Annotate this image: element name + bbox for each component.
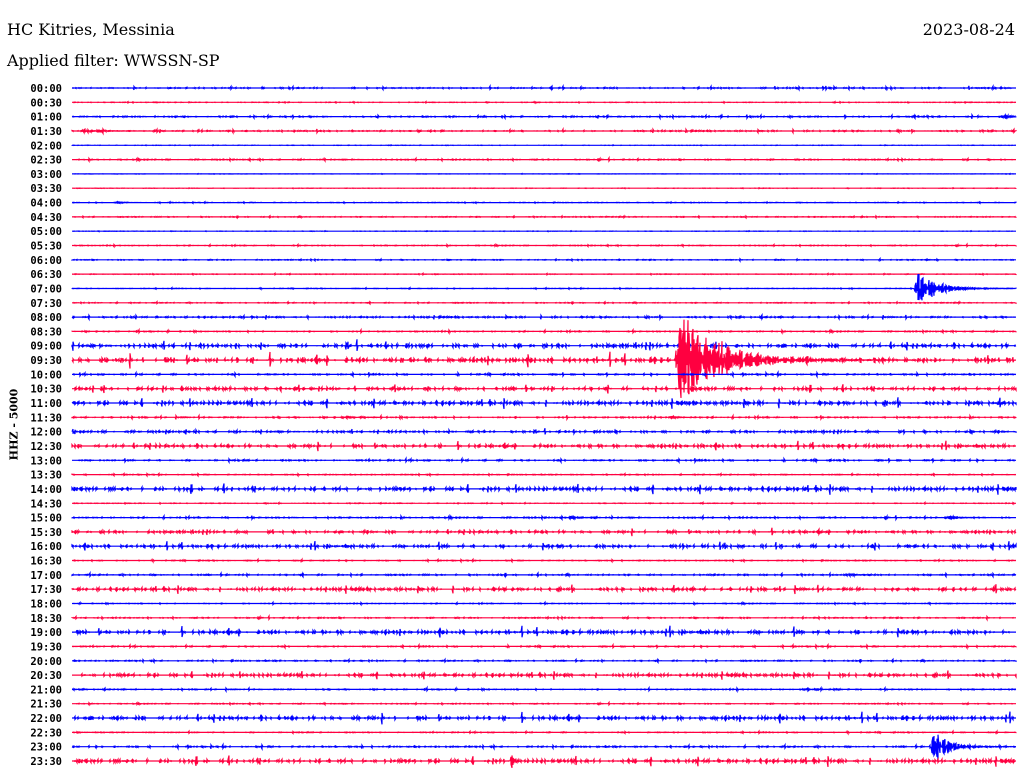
trace-0530	[72, 242, 1017, 249]
row-time-label: 10:00	[30, 369, 62, 381]
row-time-label: 08:00	[30, 312, 62, 324]
row-time-label: 23:00	[30, 742, 62, 754]
trace-1700	[71, 570, 1017, 579]
row-time-label: 00:30	[30, 97, 62, 109]
trace-0230	[72, 155, 1016, 164]
trace-1230	[71, 440, 1016, 452]
trace-0600	[71, 256, 1016, 263]
trace-2000	[72, 657, 1017, 665]
row-time-label: 16:30	[30, 556, 62, 568]
trace-2030	[72, 670, 1017, 680]
row-time-label: 22:00	[30, 713, 62, 725]
trace-0400	[71, 200, 1017, 205]
row-time-label: 10:30	[30, 384, 62, 396]
row-time-label: 22:30	[30, 727, 62, 739]
trace-0500	[72, 229, 1016, 233]
trace-2330	[72, 755, 1016, 769]
trace-2300	[71, 734, 1017, 762]
row-time-label: 16:00	[30, 541, 62, 553]
trace-1830	[71, 613, 1016, 622]
row-time-label: 02:00	[30, 140, 62, 152]
trace-0800	[71, 312, 1016, 322]
row-time-label: 15:30	[30, 527, 62, 539]
trace-1600	[71, 540, 1017, 551]
row-time-label: 19:00	[30, 627, 62, 639]
row-time-label: 11:30	[30, 412, 62, 424]
trace-1430	[72, 501, 1016, 506]
row-time-label: 09:30	[30, 355, 62, 367]
row-time-label: 20:00	[30, 656, 62, 668]
trace-0630	[72, 272, 1017, 277]
trace-1200	[71, 427, 1017, 436]
trace-2230	[72, 729, 1017, 736]
row-time-label: 03:00	[30, 169, 62, 181]
row-time-label: 03:30	[30, 183, 62, 195]
row-time-label: 21:00	[30, 684, 62, 696]
row-time-label: 04:30	[30, 212, 62, 224]
trace-1630	[72, 557, 1017, 564]
row-time-label: 12:30	[30, 441, 62, 453]
trace-0000	[71, 83, 1016, 92]
trace-0900	[71, 339, 1017, 352]
row-time-label: 14:00	[30, 484, 62, 496]
row-time-label: 17:30	[30, 584, 62, 596]
row-time-label: 08:30	[30, 326, 62, 338]
trace-1900	[72, 625, 1016, 638]
trace-1400	[71, 483, 1017, 495]
trace-1030	[72, 384, 1017, 394]
row-time-label: 11:00	[30, 398, 62, 410]
trace-2130	[72, 700, 1016, 707]
row-time-label: 21:30	[30, 699, 62, 711]
trace-0130	[71, 126, 1017, 136]
trace-0300	[72, 172, 1016, 176]
trace-0430	[71, 214, 1017, 220]
row-time-label: 20:30	[30, 670, 62, 682]
row-time-label: 19:30	[30, 641, 62, 653]
row-time-label: 07:00	[30, 283, 62, 295]
row-time-label: 18:30	[30, 613, 62, 625]
row-time-label: 12:00	[30, 427, 62, 439]
row-time-label: 06:00	[30, 255, 62, 267]
trace-1300	[72, 456, 1016, 465]
trace-1930	[71, 642, 1017, 651]
trace-0200	[71, 144, 1016, 147]
trace-0700	[71, 273, 1017, 301]
row-time-label: 02:30	[30, 155, 62, 167]
trace-2100	[71, 685, 1017, 694]
row-time-label: 01:30	[30, 126, 62, 138]
trace-1800	[72, 600, 1016, 607]
trace-1500	[71, 513, 1016, 522]
row-time-label: 09:00	[30, 341, 62, 353]
row-time-label: 05:00	[30, 226, 62, 238]
trace-0030	[72, 100, 1017, 105]
trace-0830	[71, 327, 1017, 336]
trace-1000	[72, 369, 1017, 379]
row-time-label: 06:30	[30, 269, 62, 281]
trace-1330	[71, 471, 1017, 478]
helicorder-plot: 00:00 00:30 01:00 01:30 02:00 02:30 03:00 03:30…	[30, 83, 1017, 769]
row-time-label: 23:30	[30, 756, 62, 768]
row-time-label: 13:30	[30, 470, 62, 482]
row-time-label: 07:30	[30, 298, 62, 310]
trace-2200	[72, 711, 1016, 725]
row-time-label: 15:00	[30, 513, 62, 525]
row-time-label: 18:00	[30, 598, 62, 610]
trace-0330	[72, 186, 1017, 190]
trace-0730	[72, 300, 1017, 306]
row-time-label: 05:30	[30, 241, 62, 253]
trace-1130	[71, 413, 1017, 422]
trace-0100	[71, 112, 1017, 121]
row-time-label: 00:00	[30, 83, 62, 95]
trace-1530	[71, 527, 1017, 537]
row-time-label: 13:00	[30, 455, 62, 467]
trace-1730	[71, 584, 1017, 595]
row-time-label: 04:00	[30, 198, 62, 210]
row-time-label: 01:00	[30, 112, 62, 124]
row-time-label: 17:00	[30, 570, 62, 582]
trace-1100	[71, 397, 1017, 410]
row-time-label: 14:30	[30, 498, 62, 510]
